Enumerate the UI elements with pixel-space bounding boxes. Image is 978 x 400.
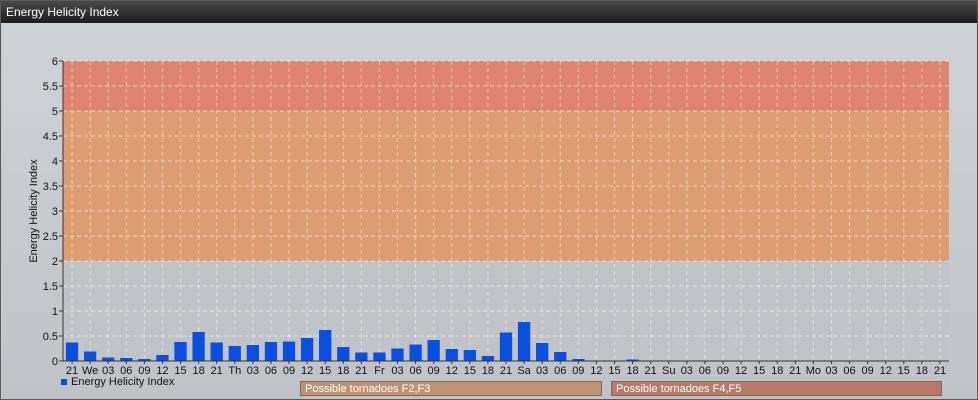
band-label-f2-f3: Possible tornadoes F2,F3 [300, 381, 602, 396]
x-tick-label: 15 [753, 365, 765, 377]
band-label-f4-f5: Possible tornadoes F4,F5 [611, 381, 942, 396]
x-tick-label: 03 [681, 365, 693, 377]
x-tick-label: 21 [789, 365, 801, 377]
x-tick-label: Mo [806, 365, 821, 377]
x-tick-label: 03 [391, 365, 403, 377]
y-tick-label: 4 [52, 156, 58, 168]
x-tick-label: 12 [301, 365, 313, 377]
bar [427, 340, 440, 361]
bar [391, 348, 404, 361]
y-tick-label: 6 [52, 56, 58, 68]
y-tick-label: 1 [52, 306, 58, 318]
x-tick-label: Fr [374, 365, 385, 377]
helicity-chart: 00.511.522.533.544.555.56 21 We 03 06 09 12 15… [28, 56, 949, 377]
y-axis: 0 0.5 1 1.5 2 2.5 3 3.5 4 4.5 5 5.5 6 [43, 56, 64, 368]
bar [300, 338, 314, 361]
x-tick-label: 03 [536, 365, 548, 377]
y-tick-label: 3.5 [43, 181, 58, 193]
legend-swatch [61, 379, 67, 385]
x-tick-label: 18 [626, 365, 638, 377]
bar [228, 346, 241, 361]
x-axis: 21 We 03 06 09 12 15 18 21 Th 03 06 09 12 15 18 21 Fr 03 06… [63, 360, 949, 377]
bar [192, 332, 205, 361]
bar [355, 352, 368, 361]
bar [210, 342, 223, 361]
x-tick-label: 21 [355, 365, 367, 377]
bar [481, 356, 495, 361]
x-tick-label: 03 [247, 365, 259, 377]
y-tick-label: 3 [52, 206, 58, 218]
y-tick-label: 4.5 [43, 131, 58, 143]
bar [536, 343, 549, 361]
bar [463, 350, 476, 361]
x-tick-label: 15 [898, 365, 910, 377]
bar [554, 352, 567, 361]
bar [282, 341, 296, 361]
x-tick-label: 18 [337, 365, 349, 377]
x-tick-label: 18 [916, 365, 928, 377]
x-tick-label: 21 [645, 365, 657, 377]
bar [517, 322, 531, 361]
bar [174, 342, 187, 361]
x-tick-label: Su [662, 365, 675, 377]
x-tick-label: 09 [428, 365, 440, 377]
x-tick-label: 12 [446, 365, 458, 377]
x-tick-label: 09 [572, 365, 584, 377]
bar [65, 342, 79, 361]
legend-label: Energy Helicity Index [71, 376, 175, 388]
x-tick-label: 18 [482, 365, 494, 377]
bar [337, 347, 350, 361]
bar [445, 349, 458, 361]
x-tick-label: 09 [717, 365, 729, 377]
x-tick-label: 06 [554, 365, 566, 377]
bar [246, 345, 260, 361]
y-tick-label: 0.5 [43, 331, 58, 343]
x-tick-label: 21 [500, 365, 512, 377]
x-tick-label: 06 [265, 365, 277, 377]
x-tick-label: 09 [283, 365, 295, 377]
chart-window: Energy Helicity Index 0 0.5 1 1.5 2 2.5 3 3.5 4 4… [0, 0, 978, 400]
y-tick-label: 2 [52, 256, 58, 268]
x-tick-label: 06 [409, 365, 421, 377]
x-tick-label: 15 [174, 365, 186, 377]
y-tick-label: 5 [52, 106, 58, 118]
x-tick-label: 09 [862, 365, 874, 377]
x-tick-label: 06 [843, 365, 855, 377]
x-tick-label: 12 [735, 365, 747, 377]
x-tick-label: 06 [699, 365, 711, 377]
x-tick-label: 15 [464, 365, 476, 377]
bar [499, 332, 513, 361]
x-tick-label: 15 [319, 365, 331, 377]
bar [156, 355, 169, 361]
x-tick-label: 21 [211, 365, 223, 377]
bar [102, 357, 115, 361]
bar [264, 342, 278, 361]
y-tick-label: 2.5 [43, 231, 58, 243]
bar [373, 352, 386, 361]
x-tick-label: 12 [590, 365, 602, 377]
bar [319, 330, 332, 361]
bar [409, 344, 422, 361]
y-axis-label: Energy Helicity Index [28, 159, 40, 263]
x-tick-label: Sa [517, 365, 531, 377]
x-tick-label: 21 [934, 365, 946, 377]
chart-legend: Energy Helicity Index [61, 376, 174, 388]
bar [83, 351, 97, 361]
x-tick-label: 15 [608, 365, 620, 377]
x-tick-label: 18 [192, 365, 204, 377]
y-tick-label: 0 [52, 356, 58, 368]
x-tick-label: Th [228, 365, 241, 377]
y-tick-label: 1.5 [43, 281, 58, 293]
x-tick-label: 03 [825, 365, 837, 377]
x-tick-label: 12 [880, 365, 892, 377]
x-tick-label: 18 [771, 365, 783, 377]
y-tick-label: 5.5 [43, 81, 58, 93]
